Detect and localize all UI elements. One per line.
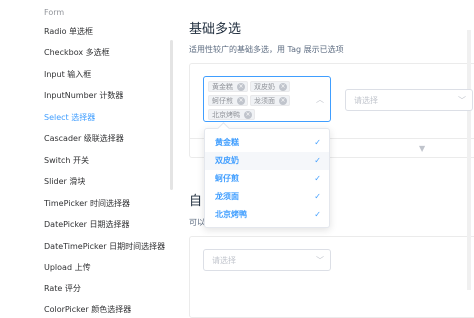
sidebar-item-slider[interactable]: Slider 滑块 [44,176,85,187]
placeholder-text: 请选择 [212,256,236,265]
page-scrollbar[interactable] [467,30,471,290]
chevron-down-icon: ﹀ [458,96,466,105]
sidebar-item-datepicker[interactable]: DatePicker 日期选择器 [44,219,130,230]
sidebar-item-input[interactable]: Input 输入框 [44,69,91,80]
sidebar-item-cascader[interactable]: Cascader 级联选择器 [44,133,124,144]
sidebar-item-upload[interactable]: Upload 上传 [44,262,91,273]
tag: 龙须面 × [250,95,290,106]
sidebar-item-switch[interactable]: Switch 开关 [44,155,89,166]
select-dropdown: 黄金糕 ✓ 双皮奶 ✓ 蚵仔煎 ✓ 龙须面 ✓ 北京烤鸭 ✓ [204,122,330,228]
sidebar-item-rate[interactable]: Rate 评分 [44,283,81,294]
close-icon[interactable]: × [244,111,252,119]
dropdown-option[interactable]: 龙须面 ✓ [205,188,329,206]
chevron-down-icon: ﹀ [316,256,324,265]
close-icon[interactable]: × [237,97,245,105]
close-icon[interactable]: × [279,83,287,91]
caret-down-icon: ▼ [419,144,426,153]
close-icon[interactable]: × [279,97,287,105]
tag-label: 蚵仔煎 [212,97,233,105]
chevron-up-icon: ︿ [316,95,324,104]
nav-group-label: Form [44,8,65,17]
option-label: 北京烤鸭 [215,210,247,219]
sidebar-item-timepicker[interactable]: TimePicker 时间选择器 [44,198,130,209]
sidebar: Form Radio 单选框 Checkbox 多选框 Input 输入框 In… [0,0,176,318]
section-description: 适用性较广的基础多选，用 Tag 展示已选项 [189,45,344,54]
select-placeholder[interactable]: 请选择 ﹀ [345,89,473,111]
check-icon: ✓ [314,174,321,183]
tag-label: 龙须面 [254,97,275,105]
tag-label: 双皮奶 [254,83,275,91]
select-placeholder-2[interactable]: 请选择 ﹀ [203,249,331,271]
dropdown-option[interactable]: 北京烤鸭 ✓ [205,206,329,224]
check-icon: ✓ [314,192,321,201]
sidebar-item-datetimepicker[interactable]: DateTimePicker 日期时间选择器 [44,241,165,252]
tag-label: 北京烤鸭 [212,111,240,119]
option-label: 蚵仔煎 [215,174,239,183]
sidebar-item-colorpicker[interactable]: ColorPicker 颜色选择器 [44,304,131,315]
next-section-title: 自 [189,194,203,209]
sidebar-item-checkbox[interactable]: Checkbox 多选框 [44,47,110,58]
tag: 北京烤鸭 × [208,109,255,120]
dropdown-option[interactable]: 黄金糕 ✓ [205,134,329,152]
sidebar-scrollbar[interactable] [170,40,173,190]
check-icon: ✓ [314,138,321,147]
option-label: 黄金糕 [215,138,239,147]
tag: 蚵仔煎 × [208,95,248,106]
dropdown-option[interactable]: 双皮奶 ✓ [205,152,329,170]
check-icon: ✓ [314,210,321,219]
page-title: 基础多选 [189,22,242,37]
check-icon: ✓ [314,156,321,165]
dropdown-option[interactable]: 蚵仔煎 ✓ [205,170,329,188]
tag-label: 黄金糕 [212,83,233,91]
placeholder-text: 请选择 [354,96,378,105]
option-label: 龙须面 [215,192,239,201]
option-label: 双皮奶 [215,156,239,165]
next-section-description: 可以 [189,218,205,227]
sidebar-item-radio[interactable]: Radio 单选框 [44,26,93,37]
sidebar-item-select[interactable]: Select 选择器 [44,112,95,123]
tag: 双皮奶 × [250,81,290,92]
multi-select[interactable]: 黄金糕 × 双皮奶 × 蚵仔煎 × 龙须面 × 北京烤鸭 × ︿ [203,76,331,122]
tag: 黄金糕 × [208,81,248,92]
sidebar-item-inputnumber[interactable]: InputNumber 计数器 [44,90,123,101]
close-icon[interactable]: × [237,83,245,91]
